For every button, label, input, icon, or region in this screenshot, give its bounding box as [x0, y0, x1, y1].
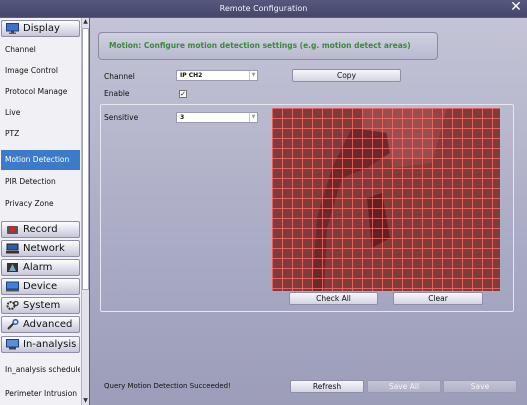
category-system-label: System — [23, 300, 61, 311]
scroll-up-icon[interactable]: ▲ — [82, 18, 89, 26]
category-display[interactable]: Display — [1, 20, 80, 37]
category-device[interactable]: Device — [1, 278, 80, 295]
save-all-button[interactable]: Save All — [367, 380, 441, 393]
category-advanced[interactable]: Advanced — [1, 316, 80, 333]
category-device-label: Device — [23, 281, 58, 292]
record-icon — [6, 224, 19, 235]
sidebar-item-motion-detection[interactable]: Motion Detection — [1, 150, 80, 170]
category-record-label: Record — [23, 224, 58, 235]
category-network-label: Network — [23, 243, 65, 254]
category-in-analysis-label: In-analysis — [23, 339, 77, 350]
close-icon[interactable]: ✕ — [509, 0, 523, 15]
sidebar-item-perimeter-intrusion[interactable]: Perimeter Intrusion — [1, 384, 80, 404]
sensitive-select-value: 3 — [180, 114, 185, 121]
sidebar-item-in-analysis-schedule[interactable]: In_analysis schedule — [1, 360, 80, 380]
category-in-analysis[interactable]: In-analysis — [1, 336, 80, 353]
category-advanced-label: Advanced — [23, 319, 73, 330]
sensitive-select[interactable]: 3 ▼ — [176, 112, 258, 123]
category-network[interactable]: Network — [1, 240, 80, 257]
sidebar-item-channel[interactable]: Channel — [1, 40, 80, 60]
channel-select[interactable]: IP CH2 ▼ — [176, 70, 258, 81]
category-record[interactable]: Record — [1, 221, 80, 238]
clear-button[interactable]: Clear — [393, 292, 483, 305]
check-all-button[interactable]: Check All — [289, 292, 378, 305]
network-icon — [6, 243, 19, 254]
sidebar-item-pir-detection[interactable]: PIR Detection — [1, 172, 80, 192]
section-banner: Motion: Configure motion detection setti… — [98, 32, 438, 60]
sidebar-item-privacy-zone[interactable]: Privacy Zone — [1, 194, 80, 214]
alarm-icon — [6, 262, 19, 273]
analysis-icon — [6, 339, 19, 350]
sidebar-item-live[interactable]: Live — [1, 103, 80, 123]
wrench-icon — [6, 318, 19, 330]
motion-detection-grid[interactable] — [272, 108, 500, 291]
enable-checkbox[interactable]: ✓ — [179, 90, 187, 98]
scrollbar-thumb[interactable] — [82, 28, 89, 290]
copy-button[interactable]: Copy — [292, 69, 401, 82]
sidebar-scrollbar[interactable]: ▲ ▼ — [81, 18, 89, 405]
status-message: Query Motion Detection Succeeded! — [104, 382, 231, 390]
sidebar: Display Channel Image Control Protocol M… — [0, 18, 89, 405]
category-system[interactable]: System — [1, 297, 80, 314]
motion-area-video[interactable] — [272, 108, 500, 291]
monitor-icon — [6, 23, 19, 34]
gear-icon — [6, 300, 19, 311]
chevron-down-icon: ▼ — [249, 71, 257, 80]
sidebar-item-protocol-manage[interactable]: Protocol Manage — [1, 82, 80, 102]
sidebar-item-ptz[interactable]: PTZ — [1, 124, 80, 144]
category-alarm-label: Alarm — [23, 262, 53, 273]
category-display-label: Display — [23, 23, 60, 34]
channel-label: Channel — [104, 72, 135, 81]
channel-select-value: IP CH2 — [180, 72, 203, 79]
enable-label: Enable — [104, 89, 130, 98]
category-alarm[interactable]: Alarm — [1, 259, 80, 276]
window-titlebar: Remote Configuration ✕ — [0, 0, 527, 17]
refresh-button[interactable]: Refresh — [290, 380, 364, 393]
sidebar-item-image-control[interactable]: Image Control — [1, 61, 80, 81]
window-title: Remote Configuration — [219, 4, 308, 13]
main-panel: Motion: Configure motion detection setti… — [90, 18, 527, 405]
chevron-down-icon: ▼ — [249, 113, 257, 122]
sensitive-label: Sensitive — [104, 113, 139, 122]
save-button[interactable]: Save — [443, 380, 517, 393]
scroll-down-icon[interactable]: ▼ — [82, 397, 89, 405]
device-icon — [6, 281, 19, 292]
